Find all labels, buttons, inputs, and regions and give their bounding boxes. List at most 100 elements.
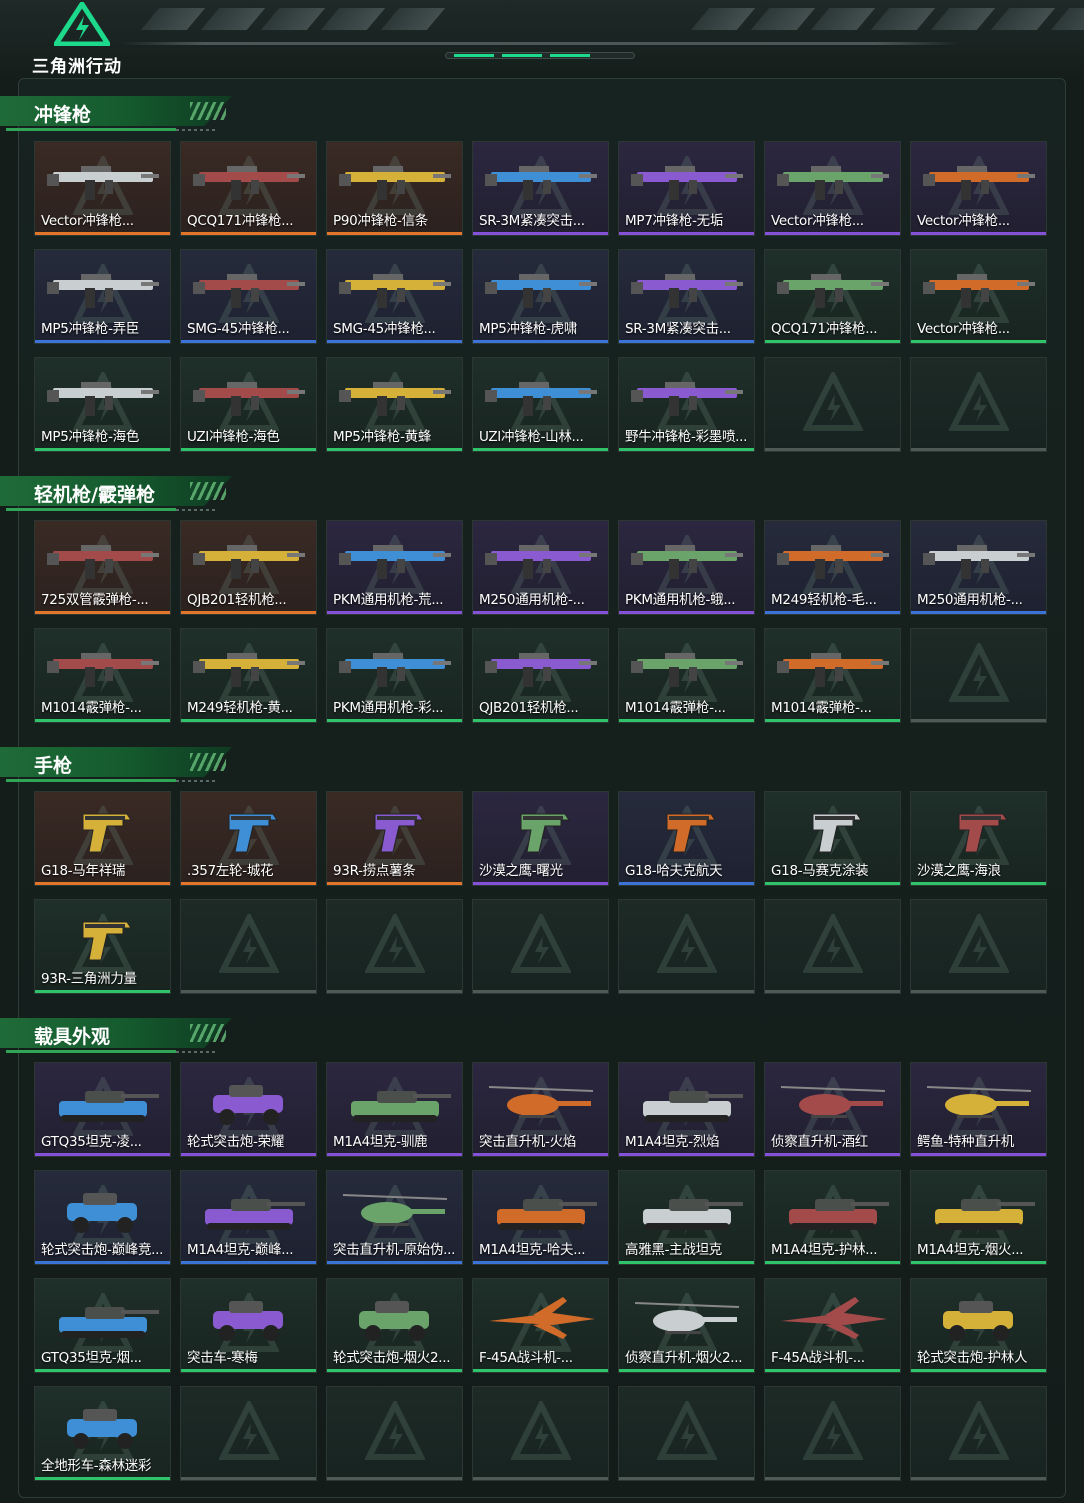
skin-card[interactable]: QCQ171冲锋枪... — [180, 141, 317, 236]
rarity-bar — [911, 1261, 1046, 1264]
skin-card[interactable]: 93R-三角洲力量 — [34, 899, 171, 994]
skin-card[interactable]: QJB201轻机枪... — [472, 628, 609, 723]
skin-card[interactable]: M1A4坦克-驯鹿 — [326, 1062, 463, 1157]
skin-card[interactable]: 沙漠之鹰-曙光 — [472, 791, 609, 886]
skin-card[interactable]: M249轻机枪-毛... — [764, 520, 901, 615]
skin-card[interactable]: UZI冲锋枪-山林... — [472, 357, 609, 452]
skin-card[interactable]: G18-哈夫克航天 — [618, 791, 755, 886]
skin-card[interactable]: 侦察直升机-烟火2... — [618, 1278, 755, 1373]
rarity-bar — [473, 232, 608, 235]
skin-name: PKM通用机枪-荒... — [333, 592, 444, 608]
skin-name: Vector冲锋枪... — [41, 213, 134, 229]
skin-card[interactable]: 野牛冲锋枪-彩墨喷... — [618, 357, 755, 452]
skin-card[interactable]: G18-马赛克涂装 — [764, 791, 901, 886]
delta-watermark-icon — [365, 1401, 425, 1460]
logo-text: 三角洲行动 — [32, 57, 122, 77]
rarity-bar — [619, 1153, 754, 1156]
skin-card[interactable]: M1014霰弹枪-... — [618, 628, 755, 723]
skin-card[interactable]: 突击车-寒梅 — [180, 1278, 317, 1373]
rarity-bar — [911, 719, 1046, 722]
skin-card[interactable]: QCQ171冲锋枪... — [764, 249, 901, 344]
skin-card[interactable]: Vector冲锋枪... — [34, 141, 171, 236]
rarity-bar — [473, 1369, 608, 1372]
skin-name: 轮式突击炮-荣耀 — [187, 1134, 284, 1150]
skin-name: MP5冲锋枪-虎啸 — [479, 321, 578, 337]
banner-progress-pill — [445, 52, 635, 59]
section-stripe-decoration — [190, 1024, 226, 1042]
skin-card[interactable]: 突击直升机-火焰 — [472, 1062, 609, 1157]
skin-card[interactable]: Vector冲锋枪... — [910, 249, 1047, 344]
skin-name: M1A4坦克-护林... — [771, 1242, 878, 1258]
skin-card[interactable]: M1A4坦克-巅峰... — [180, 1170, 317, 1265]
skin-card[interactable]: MP5冲锋枪-虎啸 — [472, 249, 609, 344]
skin-card[interactable]: 93R-捞点薯条 — [326, 791, 463, 886]
skin-card[interactable]: SR-3M紧凑突击... — [472, 141, 609, 236]
skin-card[interactable]: M1014霰弹枪-... — [34, 628, 171, 723]
skin-card[interactable]: 鳄鱼-特种直升机 — [910, 1062, 1047, 1157]
skin-name: SR-3M紧凑突击... — [625, 321, 731, 337]
delta-watermark-icon — [511, 914, 571, 973]
skin-card[interactable]: 轮式突击炮-巅峰竞... — [34, 1170, 171, 1265]
delta-watermark-icon — [511, 1401, 571, 1460]
skin-card[interactable]: F-45A战斗机-... — [472, 1278, 609, 1373]
skin-card[interactable]: F-45A战斗机-... — [764, 1278, 901, 1373]
skin-card[interactable]: P90冲锋枪-信条 — [326, 141, 463, 236]
skin-card[interactable]: 轮式突击炮-荣耀 — [180, 1062, 317, 1157]
skin-name: 全地形车-森林迷彩 — [41, 1458, 152, 1474]
skin-card[interactable]: 725双管霰弹枪-... — [34, 520, 171, 615]
skin-card[interactable]: M1014霰弹枪-... — [764, 628, 901, 723]
skin-card[interactable]: Vector冲锋枪... — [764, 141, 901, 236]
skin-card[interactable]: 轮式突击炮-护林人 — [910, 1278, 1047, 1373]
skin-card[interactable]: UZI冲锋枪-海色 — [180, 357, 317, 452]
skin-card[interactable]: 突击直升机-原始伪... — [326, 1170, 463, 1265]
section-header-smg: 冲锋枪 — [0, 88, 240, 131]
skin-card[interactable]: SMG-45冲锋枪... — [180, 249, 317, 344]
skin-name: QCQ171冲锋枪... — [187, 213, 294, 229]
rarity-bar — [619, 611, 754, 614]
rarity-bar — [327, 1369, 462, 1372]
skin-card[interactable]: M250通用机枪-... — [910, 520, 1047, 615]
rarity-bar — [327, 448, 462, 451]
skin-card[interactable]: SMG-45冲锋枪... — [326, 249, 463, 344]
skin-card[interactable]: 侦察直升机-酒红 — [764, 1062, 901, 1157]
skin-card[interactable]: 高雅黑-主战坦克 — [618, 1170, 755, 1265]
skin-card[interactable]: M249轻机枪-黄... — [180, 628, 317, 723]
rarity-bar — [181, 882, 316, 885]
skin-name: QCQ171冲锋枪... — [771, 321, 878, 337]
skin-card[interactable]: GTQ35坦克-凌... — [34, 1062, 171, 1157]
skin-card[interactable]: PKM通用机枪-荒... — [326, 520, 463, 615]
skin-card[interactable]: M1A4坦克-烈焰 — [618, 1062, 755, 1157]
skin-card[interactable]: 轮式突击炮-烟火2... — [326, 1278, 463, 1373]
skin-card[interactable]: G18-马年祥瑞 — [34, 791, 171, 886]
skin-card[interactable]: M250通用机枪-... — [472, 520, 609, 615]
skin-card[interactable]: SR-3M紧凑突击... — [618, 249, 755, 344]
delta-watermark-icon — [657, 914, 717, 973]
skin-name: GTQ35坦克-凌... — [41, 1134, 142, 1150]
skin-card[interactable]: MP7冲锋枪-无垢 — [618, 141, 755, 236]
skin-card[interactable]: MP5冲锋枪-弄臣 — [34, 249, 171, 344]
skin-card[interactable]: 全地形车-森林迷彩 — [34, 1386, 171, 1481]
rarity-bar — [473, 1153, 608, 1156]
skin-card[interactable]: PKM通用机枪-蛾... — [618, 520, 755, 615]
skin-name: M1A4坦克-烈焰 — [625, 1134, 720, 1150]
skin-name: M1A4坦克-哈夫... — [479, 1242, 586, 1258]
skin-card[interactable]: QJB201轻机枪... — [180, 520, 317, 615]
skin-card[interactable]: 沙漠之鹰-海浪 — [910, 791, 1047, 886]
skin-card[interactable]: MP5冲锋枪-黄蜂 — [326, 357, 463, 452]
skin-card[interactable]: MP5冲锋枪-海色 — [34, 357, 171, 452]
skin-card[interactable]: M1A4坦克-哈夫... — [472, 1170, 609, 1265]
delta-watermark-icon — [365, 914, 425, 973]
skin-name: 侦察直升机-酒红 — [771, 1134, 868, 1150]
skin-card[interactable]: GTQ35坦克-烟... — [34, 1278, 171, 1373]
section-title: 手枪 — [34, 755, 73, 777]
rarity-bar — [619, 882, 754, 885]
skin-card[interactable]: PKM通用机枪-彩... — [326, 628, 463, 723]
skin-card[interactable]: M1A4坦克-烟火... — [910, 1170, 1047, 1265]
skin-card[interactable]: .357左轮-城花 — [180, 791, 317, 886]
skin-card[interactable]: Vector冲锋枪... — [910, 141, 1047, 236]
skin-name: P90冲锋枪-信条 — [333, 213, 428, 229]
skin-name: 突击直升机-火焰 — [479, 1134, 576, 1150]
rarity-bar — [765, 1369, 900, 1372]
rarity-bar — [765, 1153, 900, 1156]
skin-card[interactable]: M1A4坦克-护林... — [764, 1170, 901, 1265]
